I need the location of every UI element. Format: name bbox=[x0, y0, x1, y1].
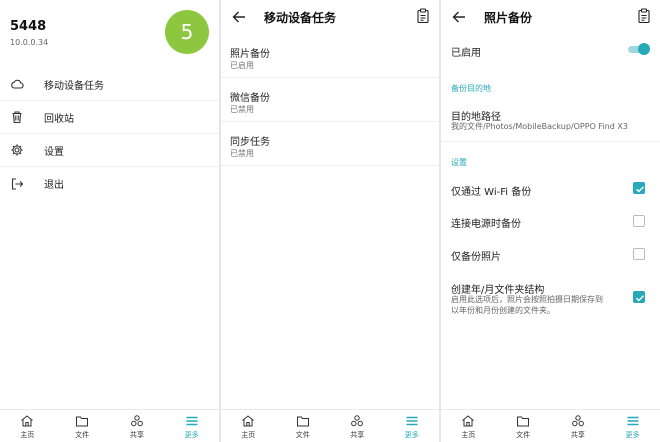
cloud-icon bbox=[10, 77, 24, 91]
task-status: 已禁用 bbox=[230, 105, 254, 114]
task-item-photo-backup[interactable]: 照片备份 已启用 bbox=[221, 34, 439, 78]
nav-share[interactable]: 共享 bbox=[110, 410, 165, 442]
folder-icon bbox=[296, 416, 309, 427]
nav-label: 主页 bbox=[241, 431, 256, 439]
nav-home[interactable]: 主页 bbox=[221, 410, 276, 442]
option-power-checkbox[interactable] bbox=[633, 215, 645, 227]
nav-label: 更多 bbox=[404, 431, 419, 439]
nav-share[interactable]: 共享 bbox=[551, 410, 606, 442]
clipboard-icon[interactable] bbox=[416, 8, 430, 24]
nav-files[interactable]: 文件 bbox=[496, 410, 551, 442]
photo-backup-screen: 照片备份 已启用 备份目的地 目的地路径 我的文件/Photos/MobileB… bbox=[441, 0, 660, 442]
nav-label: 共享 bbox=[350, 431, 365, 439]
nav-more[interactable]: 更多 bbox=[605, 410, 660, 442]
task-name: 照片备份 bbox=[230, 49, 270, 60]
menu-icon bbox=[627, 416, 639, 426]
home-icon bbox=[462, 415, 475, 427]
task-item-wechat-backup[interactable]: 微信备份 已禁用 bbox=[221, 78, 439, 122]
section-destination: 备份目的地 bbox=[451, 84, 491, 93]
nav-label: 更多 bbox=[625, 431, 640, 439]
bottom-nav: 主页 文件 共享 更多 bbox=[441, 409, 660, 442]
nav-more[interactable]: 更多 bbox=[164, 410, 219, 442]
trash-icon bbox=[10, 110, 24, 124]
nav-home[interactable]: 主页 bbox=[0, 410, 55, 442]
divider bbox=[441, 141, 660, 142]
device-ip: 10.0.0.34 bbox=[10, 38, 49, 47]
avatar[interactable]: 5 bbox=[165, 10, 209, 54]
nav-home[interactable]: 主页 bbox=[441, 410, 496, 442]
menu-item-settings[interactable]: 设置 bbox=[0, 134, 219, 167]
task-status: 已启用 bbox=[230, 61, 254, 70]
header: 照片备份 bbox=[441, 0, 660, 34]
nav-more[interactable]: 更多 bbox=[385, 410, 440, 442]
menu-icon bbox=[406, 416, 418, 426]
option-wifi-label: 仅通过 Wi-Fi 备份 bbox=[451, 187, 532, 198]
clipboard-icon[interactable] bbox=[637, 8, 651, 24]
logout-icon bbox=[10, 177, 24, 191]
navigation-drawer: 5448 10.0.0.34 5 移动设备任务 回收站 设置 退出 主页 文件 … bbox=[0, 0, 219, 442]
task-item-sync[interactable]: 同步任务 已禁用 bbox=[221, 122, 439, 166]
bottom-nav: 主页 文件 共享 更多 bbox=[221, 409, 439, 442]
option-power-label: 连接电源时备份 bbox=[451, 219, 521, 230]
nav-files[interactable]: 文件 bbox=[276, 410, 331, 442]
enabled-label: 已启用 bbox=[451, 48, 481, 59]
share-icon bbox=[351, 415, 364, 427]
task-name: 同步任务 bbox=[230, 137, 270, 148]
enabled-toggle[interactable] bbox=[628, 43, 650, 55]
task-status: 已禁用 bbox=[230, 149, 254, 158]
header: 移动设备任务 bbox=[221, 0, 439, 34]
menu-item-logout[interactable]: 退出 bbox=[0, 167, 219, 200]
nav-label: 更多 bbox=[184, 431, 199, 439]
nav-label: 文件 bbox=[516, 431, 531, 439]
nav-label: 文件 bbox=[295, 431, 310, 439]
menu-icon bbox=[186, 416, 198, 426]
device-name: 5448 bbox=[10, 19, 47, 34]
menu-label: 设置 bbox=[44, 146, 64, 158]
nav-label: 共享 bbox=[129, 431, 144, 439]
nav-share[interactable]: 共享 bbox=[330, 410, 385, 442]
destination-path[interactable]: 我的文件/Photos/MobileBackup/OPPO Find X3 bbox=[451, 121, 628, 132]
section-settings: 设置 bbox=[451, 158, 467, 167]
option-photos-only-checkbox[interactable] bbox=[633, 248, 645, 260]
option-photos-only-label: 仅备份照片 bbox=[451, 252, 501, 263]
option-folder-checkbox[interactable] bbox=[633, 291, 645, 303]
home-icon bbox=[21, 415, 34, 427]
menu-item-recycle-bin[interactable]: 回收站 bbox=[0, 101, 219, 134]
page-title: 移动设备任务 bbox=[264, 11, 337, 25]
bottom-nav: 主页 文件 共享 更多 bbox=[0, 409, 219, 442]
nav-files[interactable]: 文件 bbox=[55, 410, 110, 442]
option-wifi-checkbox[interactable] bbox=[633, 182, 645, 194]
menu-label: 退出 bbox=[44, 180, 64, 191]
task-name: 微信备份 bbox=[230, 93, 270, 104]
folder-icon bbox=[517, 416, 530, 427]
nav-label: 共享 bbox=[570, 431, 585, 439]
back-arrow-icon[interactable] bbox=[231, 9, 247, 25]
menu-item-mobile-tasks[interactable]: 移动设备任务 bbox=[0, 68, 219, 101]
option-folder-desc-1: 启用此选项后，照片会按照拍摄日期保存到 bbox=[451, 295, 603, 304]
toggle-knob bbox=[638, 43, 650, 55]
menu-label: 移动设备任务 bbox=[44, 80, 104, 92]
home-icon bbox=[242, 415, 255, 427]
nav-label: 文件 bbox=[75, 431, 90, 439]
mobile-tasks-screen: 移动设备任务 照片备份 已启用 微信备份 已禁用 同步任务 已禁用 主页 文件 … bbox=[221, 0, 439, 442]
folder-icon bbox=[76, 416, 89, 427]
page-title: 照片备份 bbox=[484, 11, 533, 25]
share-icon bbox=[571, 415, 584, 427]
check-icon bbox=[636, 186, 645, 193]
gear-icon bbox=[10, 143, 24, 157]
nav-label: 主页 bbox=[20, 431, 35, 439]
share-icon bbox=[130, 415, 143, 427]
drawer-menu: 移动设备任务 回收站 设置 退出 bbox=[0, 68, 219, 200]
option-folder-desc-2: 以年份和月份创建的文件夹。 bbox=[451, 306, 555, 315]
menu-label: 回收站 bbox=[44, 113, 74, 125]
back-arrow-icon[interactable] bbox=[451, 9, 467, 25]
nav-label: 主页 bbox=[461, 431, 476, 439]
check-icon bbox=[636, 295, 645, 302]
